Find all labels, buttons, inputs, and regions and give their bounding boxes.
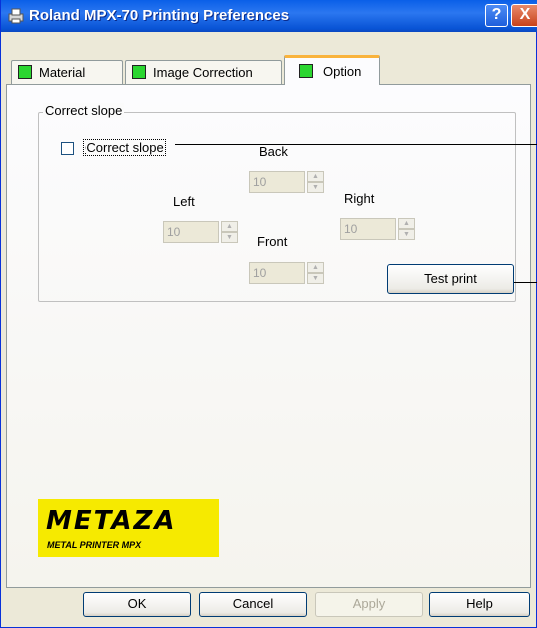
- printer-icon: [8, 8, 24, 24]
- spin-up-icon[interactable]: ▲: [398, 218, 415, 229]
- spin-up-icon[interactable]: ▲: [307, 262, 324, 273]
- status-indicator-icon: [299, 64, 313, 78]
- left-label: Left: [173, 194, 195, 209]
- title-bar[interactable]: Roland MPX-70 Printing Preferences ? X: [1, 0, 537, 32]
- group-title: Correct slope: [43, 103, 125, 118]
- logo-sub-text: METAL PRINTER MPX: [47, 540, 142, 550]
- spin-up-icon[interactable]: ▲: [307, 171, 324, 182]
- window-title: Roland MPX-70 Printing Preferences: [29, 7, 290, 24]
- tab-material[interactable]: Material: [11, 60, 123, 84]
- back-value[interactable]: 10: [249, 171, 305, 193]
- front-value[interactable]: 10: [249, 262, 305, 284]
- front-label: Front: [257, 234, 288, 249]
- tab-image-correction[interactable]: Image Correction: [125, 60, 282, 84]
- close-button[interactable]: X: [511, 4, 537, 27]
- spin-down-icon[interactable]: ▼: [398, 229, 415, 240]
- logo-main-text: METAZA: [46, 506, 177, 536]
- left-value[interactable]: 10: [163, 221, 219, 243]
- apply-button[interactable]: Apply: [315, 592, 423, 617]
- correct-slope-checkbox[interactable]: [61, 142, 74, 155]
- back-label: Back: [259, 144, 288, 159]
- right-label: Right: [344, 191, 375, 206]
- status-indicator-icon: [132, 65, 146, 79]
- spin-down-icon[interactable]: ▼: [221, 232, 238, 243]
- tab-label: Option: [323, 64, 362, 79]
- ok-button[interactable]: OK: [83, 592, 191, 617]
- metaza-logo: METAZA METAL PRINTER MPX: [38, 499, 219, 557]
- cancel-button[interactable]: Cancel: [199, 592, 307, 617]
- front-spinner[interactable]: 10 ▲ ▼: [249, 262, 329, 284]
- correct-slope-label[interactable]: CCorrect slope: [83, 139, 166, 156]
- left-spinner[interactable]: 10 ▲ ▼: [163, 221, 243, 243]
- status-indicator-icon: [18, 65, 32, 79]
- tab-label: Image Correction: [153, 65, 253, 80]
- right-value[interactable]: 10: [340, 218, 396, 240]
- help-title-button[interactable]: ?: [485, 4, 508, 27]
- test-print-button[interactable]: Test print: [387, 264, 514, 294]
- help-button[interactable]: Help: [429, 592, 530, 617]
- tab-label: Material: [39, 65, 86, 80]
- dialog-window: Roland MPX-70 Printing Preferences ? X M…: [0, 0, 537, 628]
- right-spinner[interactable]: 10 ▲ ▼: [340, 218, 420, 240]
- back-spinner[interactable]: 10 ▲ ▼: [249, 171, 329, 193]
- tab-option[interactable]: Option: [284, 55, 380, 85]
- callout-line: [175, 144, 537, 145]
- callout-line: [514, 282, 537, 283]
- checkbox-text: Correct slope: [86, 140, 164, 155]
- spin-down-icon[interactable]: ▼: [307, 273, 324, 284]
- spin-up-icon[interactable]: ▲: [221, 221, 238, 232]
- spin-down-icon[interactable]: ▼: [307, 182, 324, 193]
